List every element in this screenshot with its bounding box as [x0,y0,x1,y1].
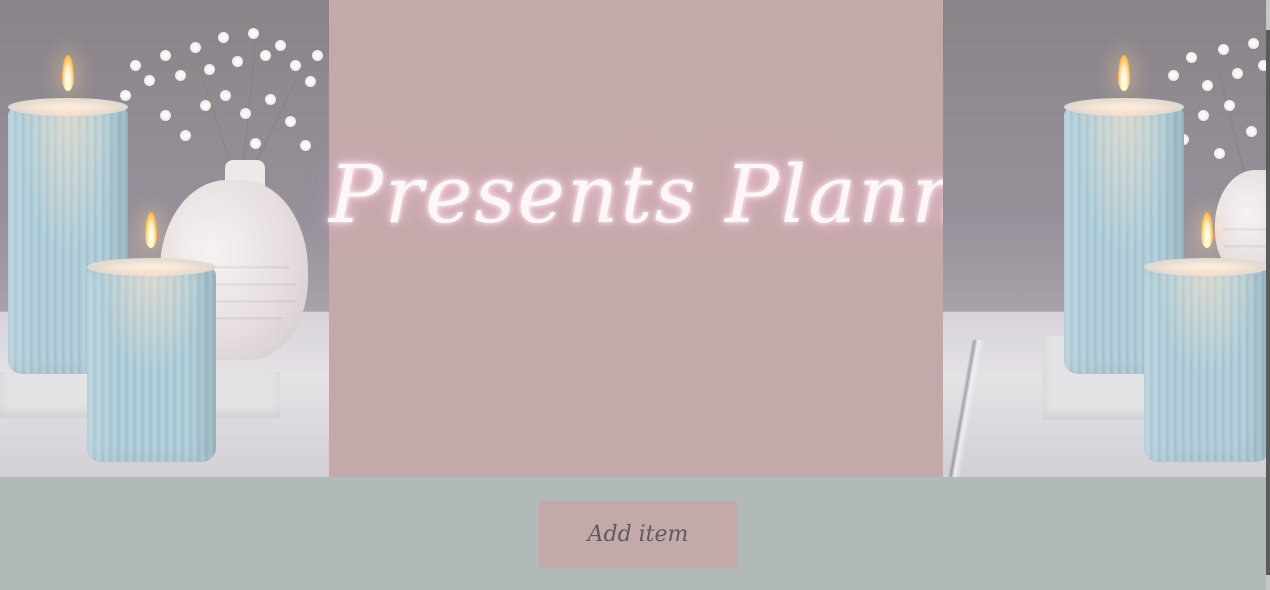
page-title: Presents Planner [329,148,1055,241]
candles-photo-left [0,0,329,477]
title-panel: Presents Planner [329,0,1055,477]
add-item-button[interactable]: Add item [539,501,737,568]
candles-photo-right [943,0,1270,477]
hero-banner: Presents Planner [0,0,1270,477]
glass-tray-edge [946,340,986,477]
scrollbar-thumb[interactable] [1266,30,1270,575]
